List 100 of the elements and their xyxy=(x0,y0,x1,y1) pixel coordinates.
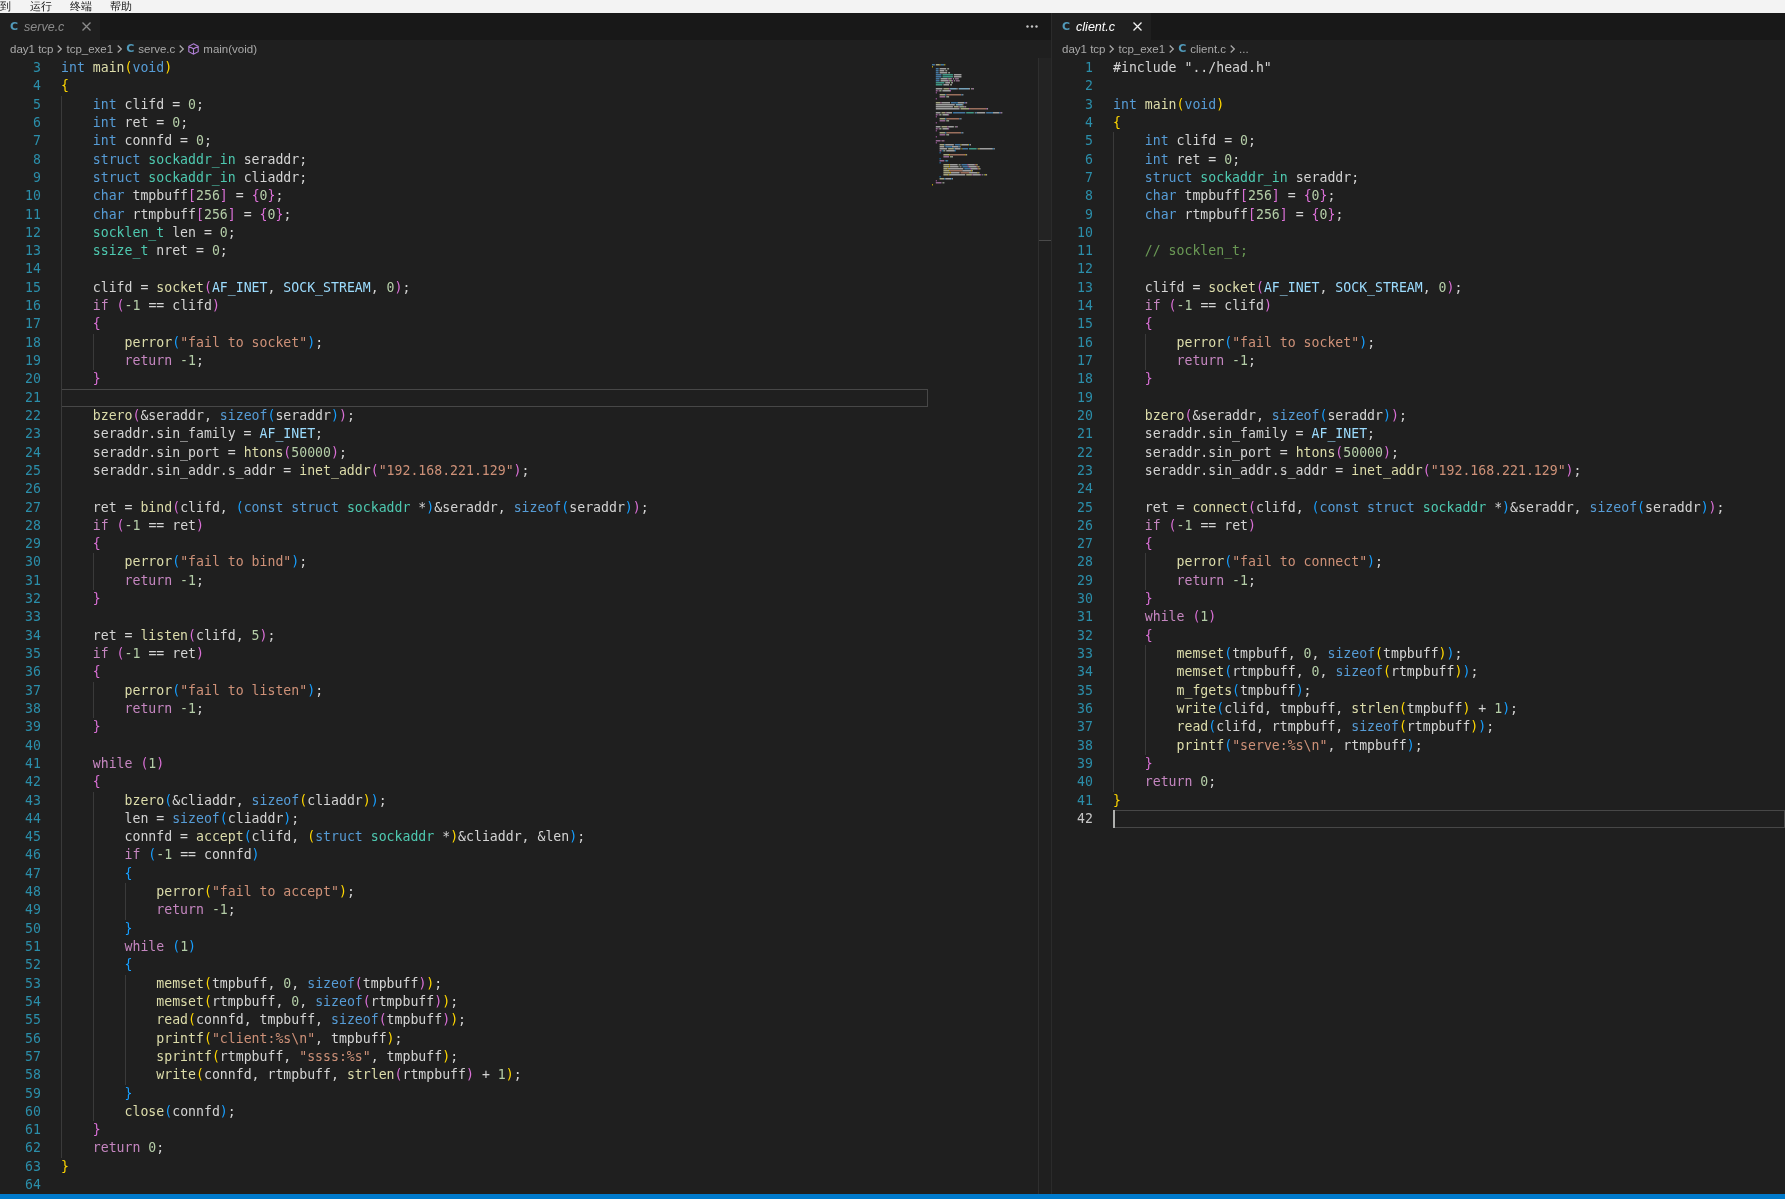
line-number: 39 xyxy=(24,718,41,737)
code-line: printf("serve:%s\n", rtmpbuff); xyxy=(1176,736,1423,755)
code-line: clifd = socket(AF_INET, SOCK_STREAM, 0); xyxy=(1144,278,1463,298)
code-line: close(connfd); xyxy=(124,1102,236,1121)
breadcrumb-item[interactable]: ... xyxy=(1239,43,1249,55)
code-line: len = sizeof(cliaddr); xyxy=(124,809,300,828)
line-number: 32 xyxy=(1076,626,1093,645)
line-number: 36 xyxy=(1076,699,1093,718)
code-line: perror("fail to connect"); xyxy=(1176,553,1383,572)
breadcrumb-item[interactable]: C client.c xyxy=(1178,43,1227,55)
code-line: return -1; xyxy=(1176,571,1256,590)
line-number: 13 xyxy=(24,242,41,261)
line-number: 12 xyxy=(24,223,41,242)
breadcrumb-item[interactable]: day1 tcp xyxy=(10,43,54,55)
line-number: 41 xyxy=(24,754,41,773)
line-number: 42 xyxy=(1076,809,1093,828)
line-number: 48 xyxy=(24,883,41,902)
code-line: seraddr.sin_family = AF_INET; xyxy=(1144,425,1376,444)
code-line: memset(tmpbuff, 0, sizeof(tmpbuff)); xyxy=(1176,645,1463,663)
code-line: { xyxy=(1144,315,1153,334)
code-line: perror("fail to accept"); xyxy=(156,883,355,902)
code-line: { xyxy=(92,663,101,682)
code-line: socklen_t len = 0; xyxy=(92,223,236,243)
c-language-icon: C xyxy=(1178,43,1187,55)
editor-tab[interactable]: C client.c xyxy=(1052,13,1151,40)
code-line: int main(void) xyxy=(61,59,173,77)
breadcrumb-item[interactable]: day1 tcp xyxy=(1062,43,1106,55)
code-line: if (-1 == ret) xyxy=(1144,516,1256,535)
code-line: ssize_t nret = 0; xyxy=(92,242,228,261)
c-language-icon: C xyxy=(126,43,135,55)
editor-tab[interactable]: C serve.c xyxy=(0,13,101,40)
line-number: 29 xyxy=(24,535,41,554)
line-number: 5 xyxy=(1084,132,1093,151)
line-number: 56 xyxy=(24,1029,41,1048)
line-number: 23 xyxy=(1076,461,1093,480)
line-number: 27 xyxy=(1076,535,1093,554)
line-number: 50 xyxy=(24,919,41,938)
line-number: 19 xyxy=(24,352,41,370)
line-number: 9 xyxy=(1084,205,1093,224)
breadcrumb-item[interactable]: main(void) xyxy=(188,43,257,55)
code-line: int ret = 0; xyxy=(1144,150,1241,169)
line-number: 38 xyxy=(24,699,41,718)
chevron-icon xyxy=(1109,45,1115,53)
line-number: 52 xyxy=(24,956,41,975)
breadcrumb-item[interactable]: tcp_exe1 xyxy=(1118,43,1166,55)
code-line: } xyxy=(124,919,133,938)
code-line: return 0; xyxy=(1144,773,1217,792)
line-number: 21 xyxy=(24,388,41,407)
scrollbar-thumb[interactable] xyxy=(1039,58,1051,241)
line-number: 63 xyxy=(24,1157,41,1176)
cube-icon xyxy=(188,43,200,55)
line-number: 25 xyxy=(1076,498,1093,517)
code-line: bzero(&seraddr, sizeof(seraddr)); xyxy=(92,406,355,425)
line-number: 37 xyxy=(1076,718,1093,737)
code-line: write(connfd, rtmpbuff, strlen(rtmpbuff) + 1); xyxy=(156,1066,522,1085)
line-number: 30 xyxy=(1076,590,1093,609)
line-number: 26 xyxy=(24,480,41,499)
menu-item[interactable]: 帮助 xyxy=(101,0,141,13)
code-line: int main(void) xyxy=(1113,95,1225,114)
c-language-icon: C xyxy=(10,20,19,33)
code-line: m_fgets(tmpbuff); xyxy=(1176,681,1312,700)
menu-item[interactable]: 到 xyxy=(0,0,21,13)
code-line: memset(tmpbuff, 0, sizeof(tmpbuff)); xyxy=(156,974,443,993)
breadcrumb-item[interactable]: C serve.c xyxy=(126,43,176,55)
more-icon[interactable] xyxy=(1026,25,1038,28)
chevron-icon xyxy=(1230,45,1236,53)
line-number: 3 xyxy=(1084,95,1093,114)
line-number: 21 xyxy=(1076,425,1093,444)
line-number: 8 xyxy=(1084,187,1093,206)
code-line: memset(rtmpbuff, 0, sizeof(rtmpbuff)); xyxy=(1176,663,1479,682)
code-line: if (-1 == ret) xyxy=(92,516,204,535)
breadcrumb-item[interactable]: tcp_exe1 xyxy=(66,43,114,55)
line-number: 55 xyxy=(24,1011,41,1030)
code-line: { xyxy=(1113,113,1121,132)
code-line: } xyxy=(92,370,101,389)
code-line: printf("client:%s\n", tmpbuff); xyxy=(156,1029,403,1048)
line-number: 6 xyxy=(32,113,41,132)
line-number: 12 xyxy=(1076,260,1093,279)
code-line: write(clifd, tmpbuff, strlen(tmpbuff) + 1); xyxy=(1176,699,1519,718)
code-line: return -1; xyxy=(124,352,204,370)
menu-item[interactable]: 运行 xyxy=(21,0,61,13)
line-number: 51 xyxy=(24,938,41,956)
code-line: ret = bind(clifd, (const struct sockaddr *)&seraddr, sizeof(seraddr)); xyxy=(92,498,649,517)
line-number: 32 xyxy=(24,590,41,609)
line-number: 17 xyxy=(1076,352,1093,370)
menu-item[interactable]: 终端 xyxy=(61,0,101,13)
code-line: read(connfd, tmpbuff, sizeof(tmpbuff)); xyxy=(156,1011,467,1030)
code-line: if (-1 == connfd) xyxy=(124,846,260,865)
line-number: 33 xyxy=(24,608,41,627)
code-line: seraddr.sin_addr.s_addr = inet_addr("192.168.221.129"); xyxy=(1144,461,1582,481)
line-number: 39 xyxy=(1076,754,1093,773)
line-number: 4 xyxy=(32,77,41,96)
code-line: return -1; xyxy=(124,571,204,590)
code-line: clifd = socket(AF_INET, SOCK_STREAM, 0); xyxy=(92,278,411,298)
line-number: 54 xyxy=(24,992,41,1011)
line-number: 2 xyxy=(1084,77,1093,96)
line-number: 37 xyxy=(24,681,41,700)
code-line: seraddr.sin_port = htons(50000); xyxy=(1144,443,1399,462)
code-line: { xyxy=(1144,535,1153,554)
line-number: 46 xyxy=(24,846,41,865)
